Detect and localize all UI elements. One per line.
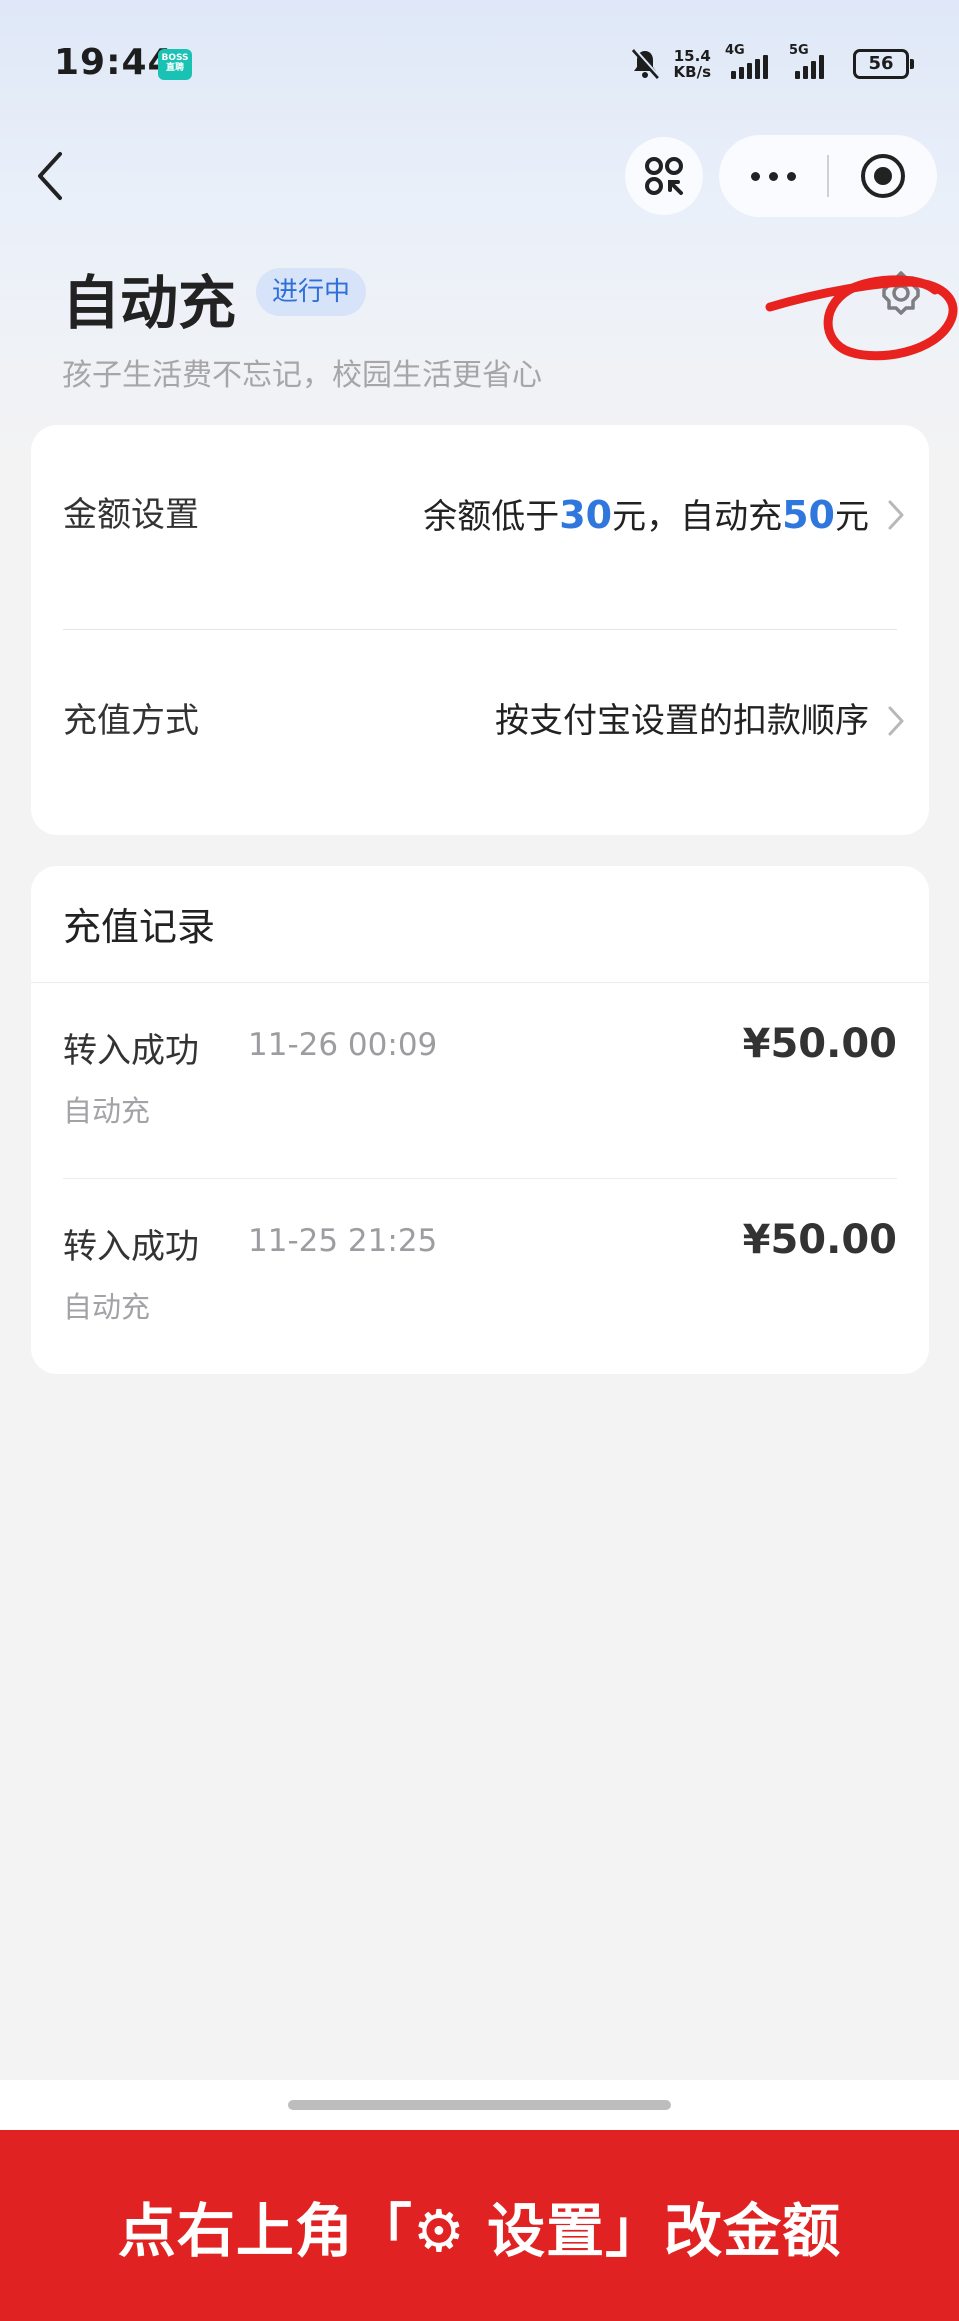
status-time: 19:44 [54,42,174,83]
network-speed: 15.4 KB/s [674,48,711,80]
amount-suffix: 元 [835,497,869,537]
page-subtitle: 孩子生活费不忘记，校园生活更省心 [62,358,542,393]
network-speed-value: 15.4 [673,47,711,65]
payment-method-value: 按支付宝设置的扣款顺序 [495,701,869,741]
target-close-icon [861,154,905,198]
amount-middle: 元，自动充 [612,497,783,537]
record-item[interactable]: 转入成功 11-25 21:25 自动充 ¥50.00 [31,1179,929,1374]
scan-icon [645,157,683,195]
status-indicators: 15.4 KB/s 4G 5G 56 [630,43,914,84]
amount-setting-row[interactable]: 金额设置 余额低于30元，自动充50元 [31,425,929,605]
record-type: 自动充 [63,1094,151,1128]
amount-setting-value: 余额低于30元，自动充50元 [423,425,869,607]
close-miniprogram-button[interactable] [829,135,937,217]
record-item[interactable]: 转入成功 11-26 00:09 自动充 ¥50.00 [31,983,929,1178]
row-divider [63,629,897,630]
instruction-banner: 点右上角「⚙ 设置」改金额 [0,2130,959,2321]
more-dot [768,171,778,181]
scan-button[interactable] [625,137,703,215]
records-title: 充值记录 [63,905,216,949]
boss-app-icon: BOSS 直聘 [158,49,192,80]
recharge-records-card: 充值记录 转入成功 11-26 00:09 自动充 ¥50.00 转入成功 11… [31,866,929,1374]
chevron-right-icon [888,706,904,736]
record-time: 11-25 21:25 [248,1223,438,1259]
settings-card: 金额设置 余额低于30元，自动充50元 充值方式 按支付宝设置的扣款顺序 [31,425,929,835]
chevron-right-icon [888,500,904,530]
payment-method-label: 充值方式 [63,701,199,741]
more-button[interactable] [719,135,827,217]
record-status: 转入成功 [63,1031,199,1071]
signal-4g-icon: 4G [725,43,775,81]
network-speed-unit: KB/s [673,63,711,81]
status-bar: 19:44 BOSS 直聘 15.4 KB/s 4G 5G 56 [0,0,959,130]
page-title: 自动充 [62,269,237,337]
record-time: 11-26 00:09 [248,1027,438,1063]
instruction-banner-text: 点右上角「⚙ 设置」改金额 [117,2196,842,2265]
signal-5g-icon: 5G [789,43,839,81]
more-dot [786,171,796,181]
battery-icon: 56 [853,49,914,79]
amount-prefix: 余额低于 [423,497,560,537]
amount-setting-label: 金额设置 [63,495,199,535]
record-amount: ¥50.00 [742,1217,897,1263]
more-dots-icon [750,171,760,181]
record-status: 转入成功 [63,1227,199,1267]
record-type: 自动充 [63,1290,151,1324]
back-button[interactable] [30,148,74,204]
mini-program-capsule [719,135,937,217]
payment-method-row[interactable]: 充值方式 按支付宝设置的扣款顺序 [31,631,929,811]
chevron-left-icon [38,152,62,200]
recharge-amount: 50 [782,493,835,537]
status-badge: 进行中 [256,268,367,316]
record-amount: ¥50.00 [742,1021,897,1067]
mute-bell-icon [631,48,660,79]
home-indicator[interactable] [288,2100,671,2110]
threshold-amount: 30 [559,493,613,537]
red-circle-annotation [765,275,958,361]
